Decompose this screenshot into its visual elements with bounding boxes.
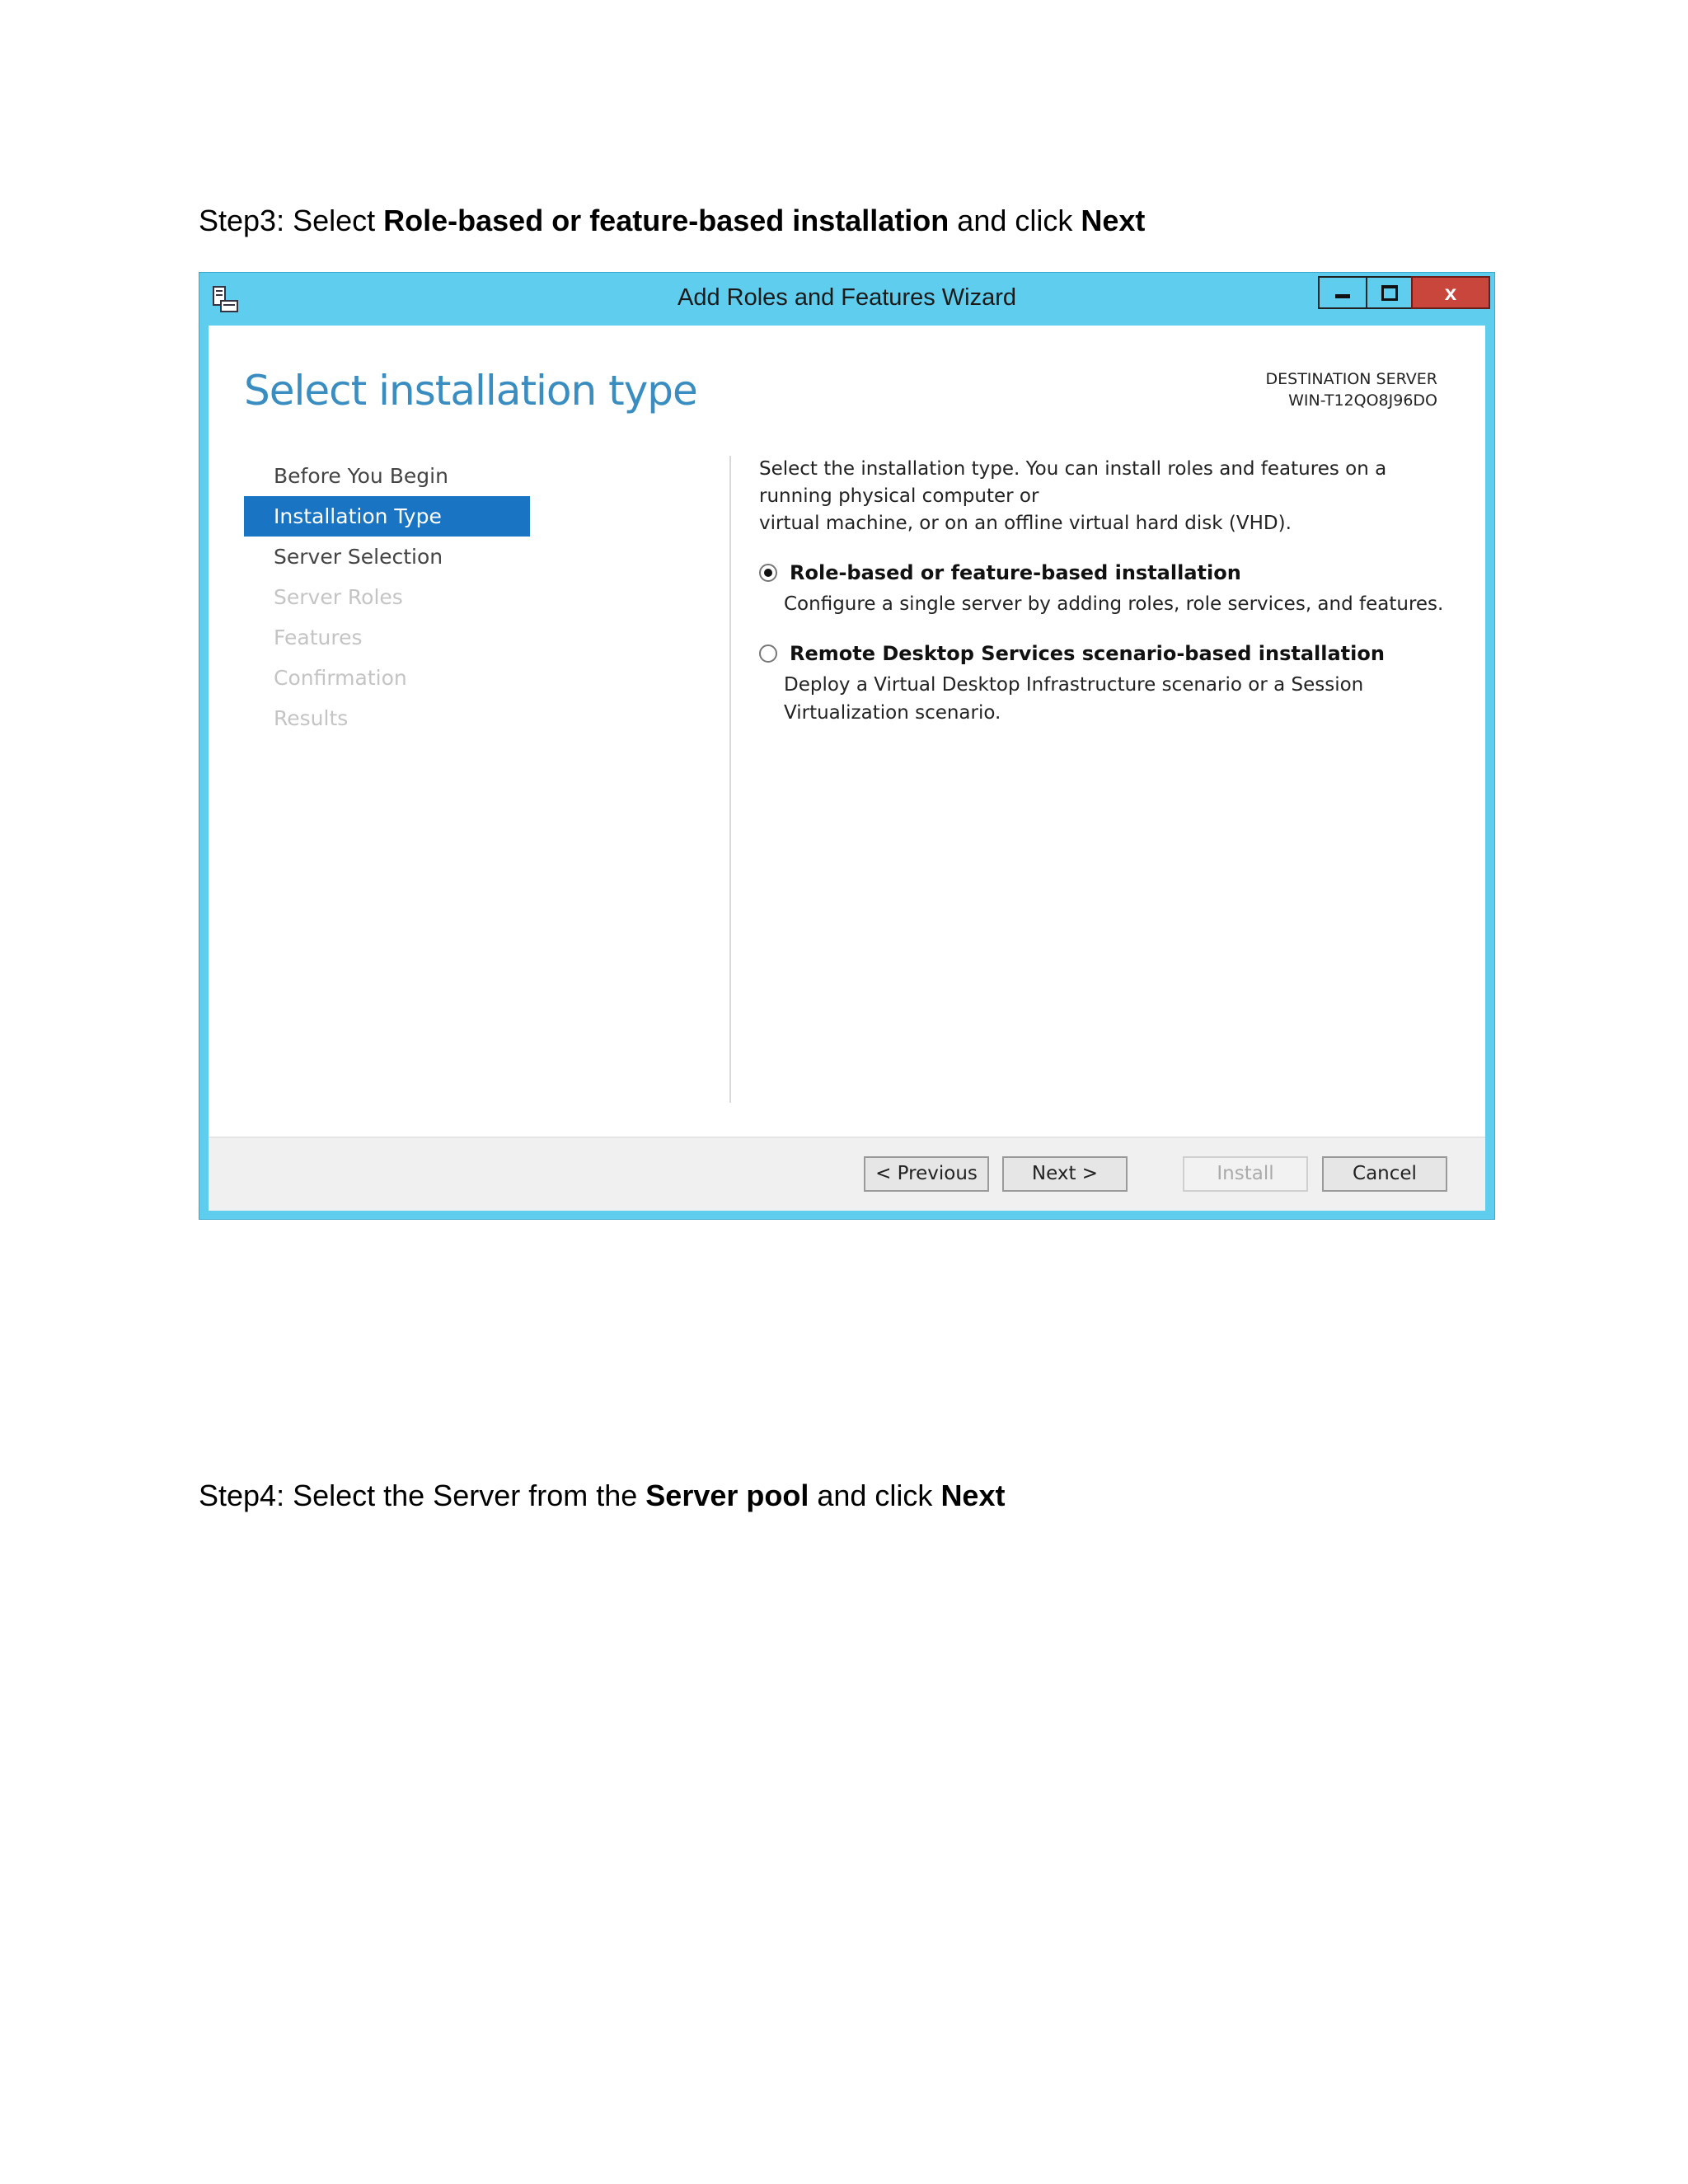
radio-remote-desktop[interactable]: [759, 644, 777, 663]
maximize-icon: [1381, 284, 1398, 301]
button-bar: < Previous Next > Install Cancel: [209, 1137, 1485, 1211]
content-pane: Select the installation type. You can in…: [759, 456, 1451, 727]
nav-item-confirmation: Confirmation: [274, 666, 407, 690]
nav-divider: [729, 456, 731, 1103]
nav-item-installation-type[interactable]: Installation Type: [244, 496, 530, 537]
nav-item-server-selection[interactable]: Server Selection: [244, 537, 530, 577]
wizard-window: Add Roles and Features Wizard x Select i…: [199, 272, 1495, 1220]
destination-server-info: DESTINATION SERVER WIN-T12QO8J96DO: [1266, 368, 1438, 411]
radio-role-based[interactable]: [759, 564, 777, 582]
destination-server-name: WIN-T12QO8J96DO: [1288, 391, 1437, 410]
previous-button[interactable]: < Previous: [864, 1156, 989, 1192]
option-remote-desktop[interactable]: Remote Desktop Services scenario-based i…: [759, 640, 1451, 727]
maximize-button[interactable]: [1366, 276, 1411, 309]
wizard-nav: Before You Begin Installation Type Serve…: [244, 456, 530, 738]
minimize-icon: [1335, 293, 1350, 298]
destination-server-label: DESTINATION SERVER: [1265, 370, 1438, 388]
nav-item-before-you-begin[interactable]: Before You Begin: [244, 456, 530, 496]
title-bar[interactable]: Add Roles and Features Wizard x: [199, 273, 1494, 326]
page-title: Select installation type: [244, 367, 698, 415]
close-button[interactable]: x: [1411, 276, 1490, 309]
next-button[interactable]: Next >: [1002, 1156, 1128, 1192]
wizard-client-area: Select installation type DESTINATION SER…: [209, 326, 1485, 1211]
option-role-based[interactable]: Role-based or feature-based installation…: [759, 559, 1451, 618]
option-description: Deploy a Virtual Desktop Infrastructure …: [784, 674, 1364, 724]
intro-text: Select the installation type. You can in…: [759, 458, 1387, 534]
option-label[interactable]: Role-based or feature-based installation: [790, 559, 1451, 587]
minimize-button[interactable]: [1318, 276, 1366, 309]
nav-item-features: Features: [274, 626, 363, 649]
window-title: Add Roles and Features Wizard: [677, 284, 1017, 311]
install-button: Install: [1183, 1156, 1308, 1192]
nav-item-results: Results: [274, 706, 349, 730]
option-description: Configure a single server by adding role…: [784, 593, 1444, 615]
step3-instruction: Step3: Select Role-based or feature-base…: [199, 204, 1146, 237]
close-icon: x: [1444, 279, 1457, 305]
nav-item-server-roles: Server Roles: [274, 585, 403, 609]
cancel-button[interactable]: Cancel: [1322, 1156, 1447, 1192]
option-label[interactable]: Remote Desktop Services scenario-based i…: [790, 640, 1451, 668]
step4-instruction: Step4: Select the Server from the Server…: [199, 1479, 1006, 1512]
